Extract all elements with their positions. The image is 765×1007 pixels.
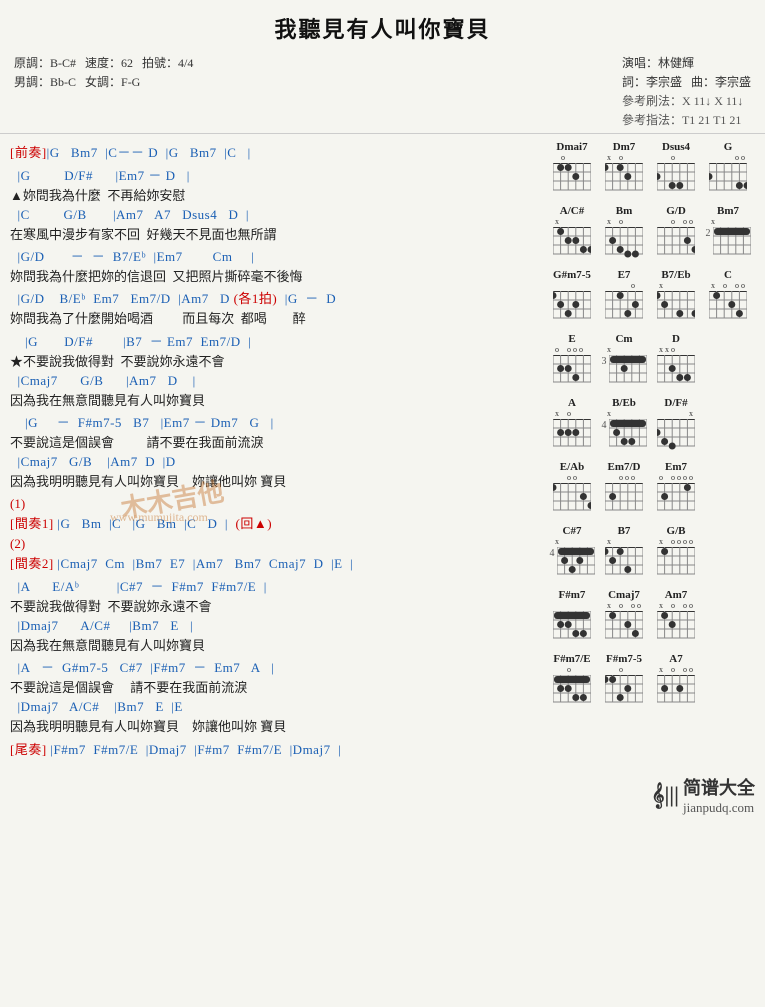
section-interlude1: (1) [間奏1] |G Bm |C |G Bm |C D | (回▲) bbox=[10, 496, 535, 532]
chord-row-8: F#m7 bbox=[549, 589, 757, 647]
v1-lyric3: 妳問我為什麼把妳的信退回 又把照片撕碎毫不後悔 bbox=[10, 266, 535, 285]
c1-lyric1: ★不要說我做得對 不要說妳永遠不會 bbox=[10, 351, 535, 370]
chord-f#m7: F#m7 bbox=[549, 589, 595, 647]
chord-row-4: E oooo bbox=[549, 333, 757, 391]
c1-lyric3: 不要說這是個誤會 請不要在我面前流淚 bbox=[10, 432, 535, 451]
chord-cm: Cm x 3 bbox=[601, 333, 647, 391]
chord-em7: Em7 ooooo bbox=[653, 461, 699, 519]
chord-row-5: A xo bbox=[549, 397, 757, 455]
interlude2-label: (2) bbox=[10, 536, 535, 552]
section-verse1: |G D/F# |Em7 － D | ▲妳問我為什麼 不再給妳安慰 |C G/B… bbox=[10, 165, 535, 327]
chord-row-7: C#7 x 4 bbox=[549, 525, 757, 583]
chord-gb: G/B xoooo bbox=[653, 525, 699, 583]
chord-c#7: C#7 x 4 bbox=[549, 525, 595, 583]
v1-chord4: |G/D B/Eᵇ Em7 Em7/D |Am7 D (各1拍) |G － D bbox=[10, 288, 535, 307]
v1-lyric1: ▲妳問我為什麼 不再給妳安慰 bbox=[10, 185, 535, 204]
chord-beb: B/Eb x 4 bbox=[601, 397, 647, 455]
section-interlude2: (2) [間奏2] |Cmaj7 Cm |Bm7 E7 |Am7 Bm7 Cma… bbox=[10, 536, 535, 735]
v2-lyric4: 因為我明明聽見有人叫妳寶貝 妳讓他叫妳 寶貝 bbox=[10, 716, 535, 735]
chord-b7eb: B7/Eb x bbox=[653, 269, 699, 327]
section-outro: [尾奏] |F#m7 F#m7/E |Dmaj7 |F#m7 F#m7/E |D… bbox=[10, 739, 535, 758]
chord-dsus4: Dsus4 o bbox=[653, 141, 699, 199]
chord-b7: B7 x bbox=[601, 525, 647, 583]
chord-dmai7: Dmai7 o bbox=[549, 141, 595, 199]
v2-chord3: |A － G#m7-5 C#7 |F#m7 － Em7 A | bbox=[10, 657, 535, 676]
v1-lyric2: 在寒風中漫步有家不回 好幾天不見面也無所謂 bbox=[10, 224, 535, 243]
chord-diagrams: Dmai7 o bbox=[545, 137, 765, 766]
v1-lyric4: 妳問我為了什麼開始喝酒 而且每次 都喝 醉 bbox=[10, 308, 535, 327]
c1-lyric4: 因為我明明聽見有人叫妳寶貝 妳讓他叫妳 寶貝 bbox=[10, 471, 535, 490]
chord-row-2: A/C# x bbox=[549, 205, 757, 263]
chord-bm7: Bm7 x 2 bbox=[705, 205, 751, 263]
chord-bm: Bm xo bbox=[601, 205, 647, 263]
ref-strum: 參考刷法：X 11↓ X 11↓ bbox=[622, 92, 751, 109]
v1-chord3: |G/D － － B7/Eᵇ |Em7 Cm | bbox=[10, 246, 535, 265]
chord-row-6: E/Ab oo bbox=[549, 461, 757, 519]
lyrics-area: [前奏]|G Bm7 |C－－ D |G Bm7 |C | |G D/F# |E… bbox=[0, 137, 545, 766]
interlude1-line: [間奏1] |G Bm |C |G Bm |C D | (回▲) bbox=[10, 513, 535, 532]
v2-lyric3: 不要說這是個誤會 請不要在我面前流淚 bbox=[10, 677, 535, 696]
lyricist-composer-line: 詞：李宗盛 曲：李宗盛 bbox=[622, 73, 751, 90]
prelude-line: [前奏]|G Bm7 |C－－ D |G Bm7 |C | bbox=[10, 142, 535, 161]
chord-dm7: Dm7 xo bbox=[601, 141, 647, 199]
piano-logo: 𝄞||| 简谱大全 jianpudq.com bbox=[651, 774, 755, 816]
meta-left: 原調：B-C# 速度：62 拍號：4/4 男調：Bb-C 女調：F-G bbox=[14, 54, 193, 128]
chord-df#: D/F# x bbox=[653, 397, 699, 455]
meta-right: 演唱：林健輝 詞：李宗盛 曲：李宗盛 參考刷法：X 11↓ X 11↓ 參考指法… bbox=[622, 54, 751, 128]
chord-c: C xooo bbox=[705, 269, 751, 327]
footer-area: 𝄞||| 简谱大全 jianpudq.com bbox=[0, 766, 765, 822]
performer-line: 演唱：林健輝 bbox=[622, 54, 751, 71]
v2-chord4: |Dmaj7 A/C# |Bm7 E |E bbox=[10, 699, 535, 715]
chord-cmaj7: Cmaj7 xooo bbox=[601, 589, 647, 647]
page-container: 我聽見有人叫你寶貝 原調：B-C# 速度：62 拍號：4/4 男調：Bb-C 女… bbox=[0, 0, 765, 822]
v1-chord2: |C G/B |Am7 A7 Dsus4 D | bbox=[10, 207, 535, 223]
site-url: jianpudq.com bbox=[683, 800, 755, 816]
page-header: 我聽見有人叫你寶貝 bbox=[0, 0, 765, 50]
chord-g: G oo bbox=[705, 141, 751, 199]
chord-e7: E7 o bbox=[601, 269, 647, 327]
v2-lyric1: 不要說我做得對 不要說妳永遠不會 bbox=[10, 596, 535, 615]
chord-f#m7e: F#m7/E o bbox=[549, 653, 595, 711]
chord-row-1: Dmai7 o bbox=[549, 141, 757, 199]
meta-key-tempo: 原調：B-C# 速度：62 拍號：4/4 bbox=[14, 54, 193, 71]
site-name: 简谱大全 bbox=[683, 774, 755, 800]
c1-lyric2: 因為我在無意間聽見有人叫妳寶貝 bbox=[10, 390, 535, 409]
outro-line: [尾奏] |F#m7 F#m7/E |Dmaj7 |F#m7 F#m7/E |D… bbox=[10, 739, 535, 758]
c1-chord1: |G D/F# |B7 － Em7 Em7/D | bbox=[10, 331, 535, 350]
v1-chord1: |G D/F# |Em7 － D | bbox=[10, 165, 535, 184]
section-prelude: [前奏]|G Bm7 |C－－ D |G Bm7 |C | bbox=[10, 142, 535, 161]
page-title: 我聽見有人叫你寶貝 bbox=[0, 12, 765, 44]
chord-a7: A7 xooo bbox=[653, 653, 699, 711]
chord-em7d: Em7/D ooo bbox=[601, 461, 647, 519]
c1-chord4: |Cmaj7 G/B |Am7 D |D bbox=[10, 454, 535, 470]
meta-row: 原調：B-C# 速度：62 拍號：4/4 男調：Bb-C 女調：F-G 演唱：林… bbox=[0, 50, 765, 130]
v2-chord1: |A E/Aᵇ |C#7 － F#m7 F#m7/E | bbox=[10, 576, 535, 595]
c1-chord3: |G － F#m7-5 B7 |Em7 － Dm7 G | bbox=[10, 412, 535, 431]
chord-gd: G/D ooo bbox=[653, 205, 699, 263]
chord-f#m7-5: F#m7-5 o bbox=[601, 653, 647, 711]
chord-g#m7-5: G#m7-5 bbox=[549, 269, 595, 327]
ref-finger: 參考指法：T1 21 T1 21 bbox=[622, 111, 751, 128]
chord-ac#: A/C# x bbox=[549, 205, 595, 263]
interlude1-label: (1) bbox=[10, 496, 535, 512]
main-layout: [前奏]|G Bm7 |C－－ D |G Bm7 |C | |G D/F# |E… bbox=[0, 137, 765, 766]
chord-am7: Am7 xooo bbox=[653, 589, 699, 647]
section-chorus1: |G D/F# |B7 － Em7 Em7/D | ★不要說我做得對 不要說妳永… bbox=[10, 331, 535, 490]
v2-chord2: |Dmaj7 A/C# |Bm7 E | bbox=[10, 618, 535, 634]
chord-a: A xo bbox=[549, 397, 595, 455]
chord-e: E oooo bbox=[549, 333, 595, 391]
interlude2-line: [間奏2] |Cmaj7 Cm |Bm7 E7 |Am7 Bm7 Cmaj7 D… bbox=[10, 553, 535, 572]
v2-lyric2: 因為我在無意間聽見有人叫妳寶貝 bbox=[10, 635, 535, 654]
chord-row-9: F#m7/E o bbox=[549, 653, 757, 711]
piano-icon: 𝄞||| bbox=[651, 782, 679, 808]
chord-row-3: G#m7-5 bbox=[549, 269, 757, 327]
chord-eab: E/Ab oo bbox=[549, 461, 595, 519]
chord-d: D xxo bbox=[653, 333, 699, 391]
meta-gender-key: 男調：Bb-C 女調：F-G bbox=[14, 73, 193, 90]
c1-chord2: |Cmaj7 G/B |Am7 D | bbox=[10, 373, 535, 389]
